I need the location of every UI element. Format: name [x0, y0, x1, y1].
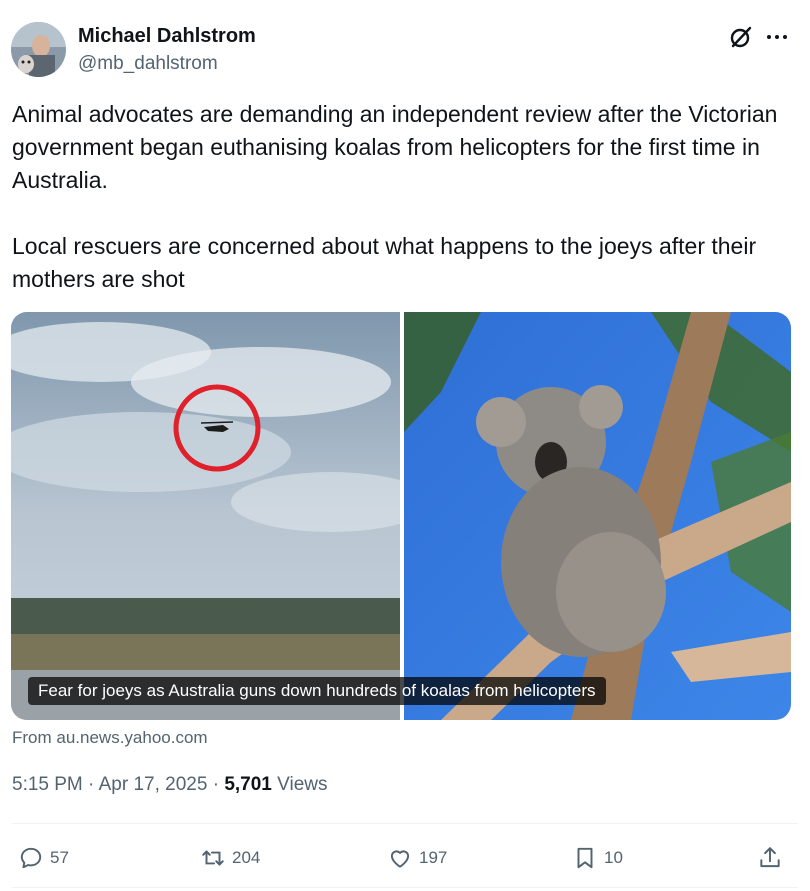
bookmark-button[interactable]: 10	[572, 838, 623, 878]
views-label: Views	[271, 774, 328, 795]
share-icon	[760, 847, 780, 868]
bookmark-icon	[577, 847, 593, 869]
reply-button[interactable]: 57	[18, 838, 69, 878]
repost-button[interactable]: 204	[200, 838, 260, 878]
divider	[12, 887, 798, 888]
reply-count: 57	[50, 848, 69, 867]
action-bar: 57 204 197 10	[0, 838, 810, 878]
heart-icon	[390, 850, 410, 868]
media-caption: Fear for joeys as Australia guns down hu…	[28, 677, 606, 705]
share-button[interactable]	[757, 838, 789, 878]
repost-icon	[202, 850, 224, 866]
media-card[interactable]	[11, 312, 791, 720]
tweet-text: Animal advocates are demanding an indepe…	[12, 101, 778, 292]
bookmark-count: 10	[604, 848, 623, 867]
avatar[interactable]	[11, 22, 66, 77]
media-image	[11, 312, 791, 720]
tweet-meta: 5:15 PM · Apr 17, 2025 · 5,701 Views	[12, 774, 327, 796]
meta-separator: ·	[207, 774, 225, 795]
more-icon[interactable]	[764, 24, 790, 50]
divider	[12, 823, 798, 824]
like-button[interactable]: 197	[387, 838, 447, 878]
helicopter-photo	[11, 312, 431, 720]
views-count: 5,701	[224, 774, 272, 795]
author-name[interactable]: Michael Dahlstrom	[78, 25, 256, 48]
card-source[interactable]: From au.news.yahoo.com	[12, 728, 208, 748]
tweet-time[interactable]: 5:15 PM	[12, 774, 83, 795]
tweet-date[interactable]: Apr 17, 2025	[99, 774, 208, 795]
repost-count: 204	[232, 848, 261, 867]
grok-icon[interactable]	[728, 24, 754, 50]
author-handle[interactable]: @mb_dahlstrom	[78, 53, 218, 75]
reply-icon	[20, 847, 42, 869]
avatar-image	[11, 22, 66, 77]
koala-photo	[404, 312, 791, 720]
like-count: 197	[419, 848, 448, 867]
meta-separator: ·	[82, 774, 99, 795]
